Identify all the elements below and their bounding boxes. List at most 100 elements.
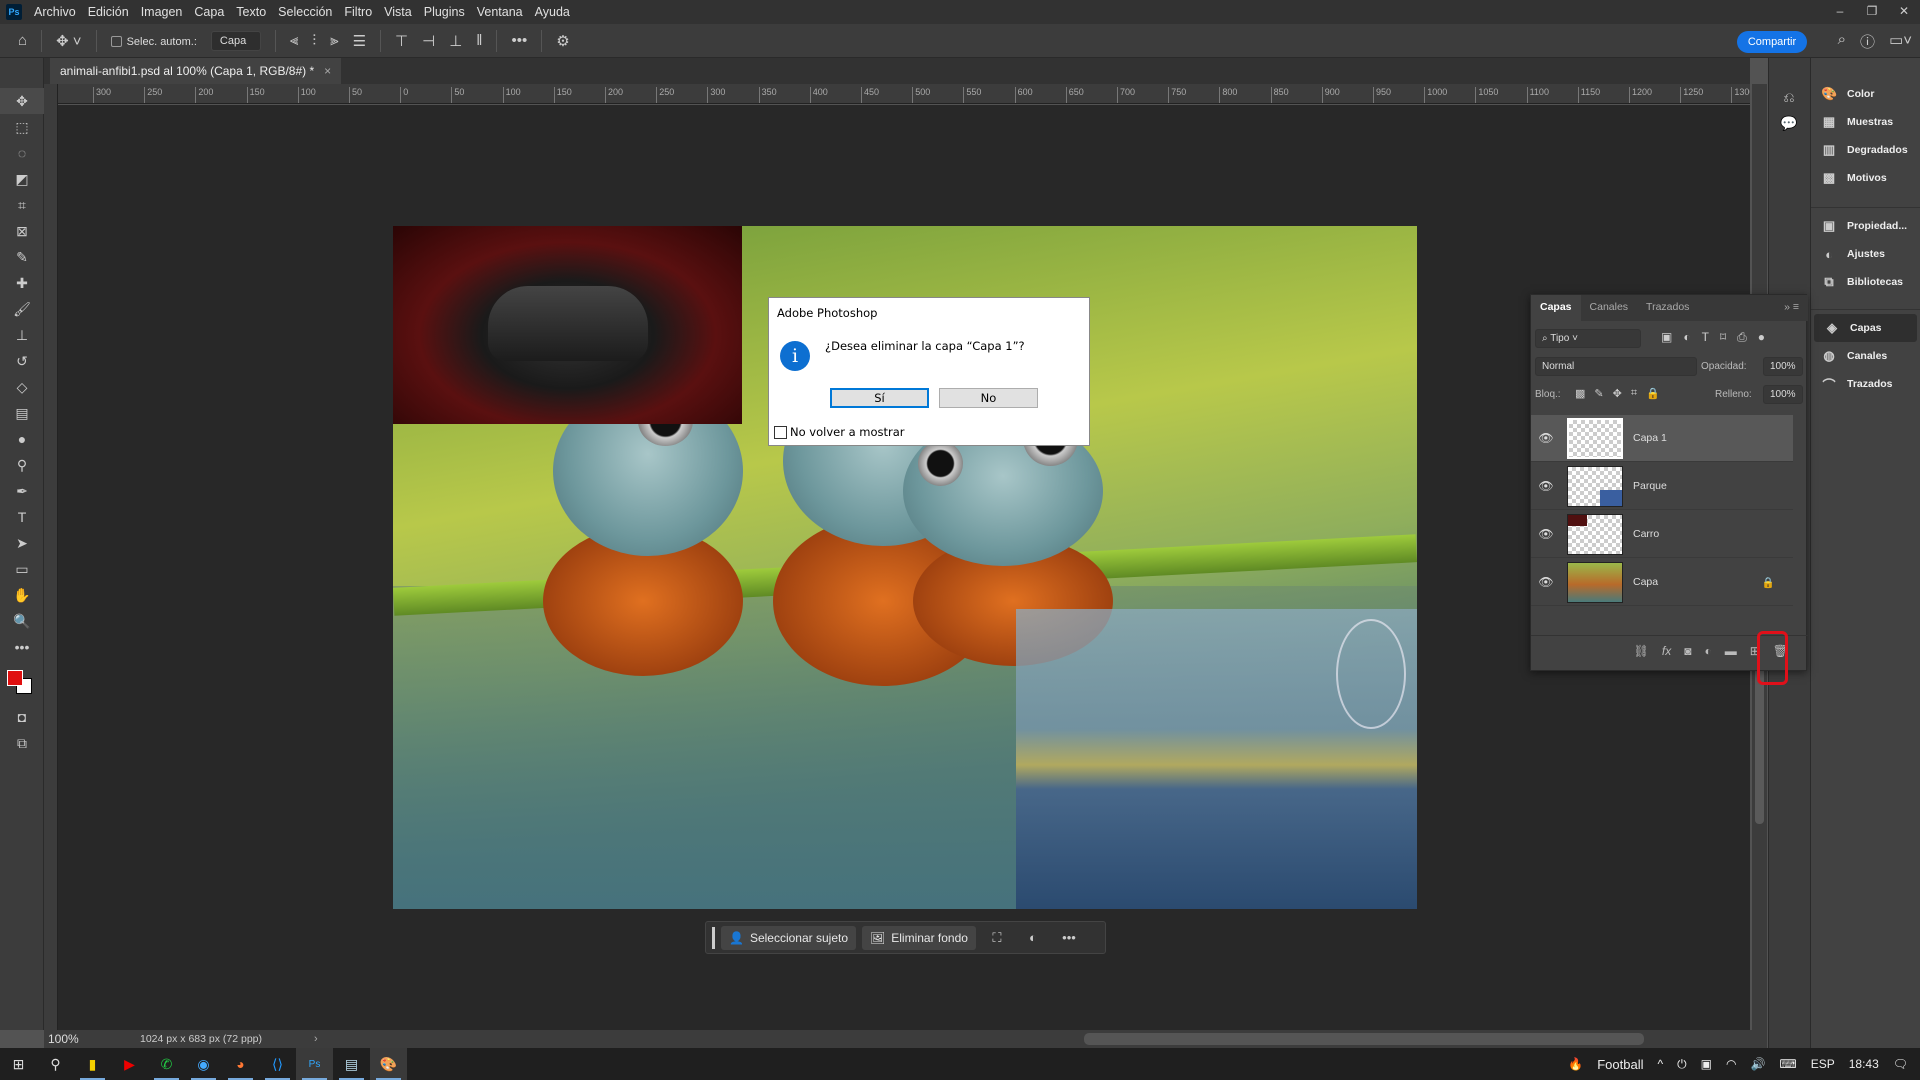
dodge-tool-icon[interactable]: ⚲ [0, 452, 44, 478]
horizontal-scrollbar[interactable] [328, 1030, 1767, 1048]
eye-icon[interactable]: 👁 [1531, 431, 1561, 445]
restore-icon[interactable]: ❐ [1856, 0, 1888, 24]
yes-button[interactable]: Sí [830, 388, 929, 408]
folder-icon[interactable]: ▬ [1725, 644, 1737, 658]
paint-icon[interactable]: 🎨 [370, 1048, 407, 1080]
pen-tool-icon[interactable]: ✒ [0, 478, 44, 504]
layer-row-capa[interactable]: 👁 Capa 🔒 [1531, 559, 1793, 606]
lock-all-icon[interactable]: 🔒 [1646, 387, 1660, 400]
panel-color[interactable]: 🎨 Color [1811, 80, 1920, 108]
menu-imagen[interactable]: Imagen [141, 5, 183, 19]
layer-row-capa-1[interactable]: 👁 Capa 1 [1531, 415, 1793, 462]
menu-vista[interactable]: Vista [384, 5, 412, 19]
chevron-up-icon[interactable]: ^ [1657, 1057, 1663, 1071]
menu-ventana[interactable]: Ventana [477, 5, 523, 19]
align-bottom-icon[interactable]: ⊥ [449, 32, 462, 50]
distribute-v-icon[interactable]: ‖ [476, 32, 482, 49]
path-select-icon[interactable]: ➤ [0, 530, 44, 556]
history-icon[interactable]: ⎌ [1769, 84, 1809, 110]
panel-layers[interactable]: ◈ Capas [1814, 314, 1917, 342]
wifi-icon[interactable]: ◠ [1726, 1057, 1736, 1071]
chrome-icon[interactable]: ◉ [185, 1048, 222, 1080]
type-tool-icon[interactable]: T [0, 504, 44, 530]
quick-mask-icon[interactable]: ◘ [0, 704, 44, 730]
search-icon[interactable]: ⚲ [37, 1048, 74, 1080]
panel-swatches[interactable]: ▦ Muestras [1811, 108, 1920, 136]
eye-icon[interactable]: 👁 [1531, 527, 1561, 541]
move-tool-icon[interactable]: ✥ ˅ [56, 32, 82, 50]
volume-icon[interactable]: 🔊 [1750, 1057, 1765, 1071]
link-icon[interactable]: ⛓ [1634, 644, 1649, 658]
layer-row-carro[interactable]: 👁 Carro [1531, 511, 1793, 558]
gear-icon[interactable]: ⚙ [556, 32, 569, 50]
panel-patterns[interactable]: ▩ Motivos [1811, 164, 1920, 192]
document-info[interactable]: 1024 px x 683 px (72 ppp) [94, 1033, 314, 1045]
opacity-field[interactable]: 100% [1763, 357, 1803, 376]
filter-toggle[interactable]: ● [1758, 330, 1765, 345]
eye-icon[interactable]: 👁 [1531, 575, 1561, 589]
lock-artboard-icon[interactable]: ⌗ [1631, 387, 1637, 400]
brush-tool-icon[interactable]: 🖌 [0, 296, 44, 322]
stamp-tool-icon[interactable]: ⊥ [0, 322, 44, 348]
photoshop-taskbar-icon[interactable]: Ps [296, 1048, 333, 1080]
tab-layers[interactable]: Capas [1531, 295, 1581, 321]
more-tools-icon[interactable]: ••• [0, 634, 44, 660]
menu-plugins[interactable]: Plugins [424, 5, 465, 19]
lasso-tool-icon[interactable]: ◌ [0, 140, 44, 166]
panel-paths[interactable]: ⌒ Trazados [1811, 370, 1920, 398]
comments-icon[interactable]: 💬 [1769, 110, 1809, 136]
move-tool-icon[interactable]: ✥ [0, 88, 44, 114]
rectangle-tool-icon[interactable]: ▭ [0, 556, 44, 582]
workspace-icon[interactable]: ▭˅ [1889, 31, 1912, 52]
remove-background-button[interactable]: 🖼 Eliminar fondo [862, 925, 976, 950]
adjustment-layer-icon[interactable]: ◐ [1704, 644, 1711, 658]
mask-icon[interactable]: ◙ [1684, 644, 1691, 658]
menu-ayuda[interactable]: Ayuda [535, 5, 570, 19]
eyedropper-icon[interactable]: ✎ [0, 244, 44, 270]
marquee-tool-icon[interactable]: ⬚ [0, 114, 44, 140]
checkbox-box[interactable] [774, 425, 787, 439]
close-icon[interactable]: ✕ [1888, 0, 1920, 24]
fx-icon[interactable]: fx [1662, 644, 1671, 658]
minimize-icon[interactable]: – [1824, 0, 1856, 24]
filter-smart-icon[interactable]: ⎙ [1737, 330, 1747, 345]
zoom-level[interactable]: 100% [44, 1032, 94, 1046]
clock[interactable]: 18:43 [1849, 1057, 1879, 1071]
dont-show-again-checkbox[interactable]: No volver a mostrar [774, 425, 905, 439]
filter-shape-icon[interactable]: ⌑ [1720, 330, 1726, 345]
transform-icon[interactable]: ⛶ [982, 930, 1012, 946]
gradient-tool-icon[interactable]: ▤ [0, 400, 44, 426]
menu-capa[interactable]: Capa [194, 5, 224, 19]
scroll-thumb[interactable] [1755, 664, 1764, 824]
crop-tool-icon[interactable]: ⌗ [0, 192, 44, 218]
home-icon[interactable]: ⌂ [18, 32, 27, 49]
lock-transparency-icon[interactable]: ▩ [1575, 387, 1585, 400]
distribute-icon[interactable]: ☰ [353, 32, 366, 50]
start-icon[interactable]: ⊞ [0, 1048, 37, 1080]
search-icon[interactable]: ⌕ [1838, 31, 1846, 52]
sticky-notes-icon[interactable]: ▮ [74, 1048, 111, 1080]
whatsapp-icon[interactable]: ✆ [148, 1048, 185, 1080]
menu-seleccion[interactable]: Selección [278, 5, 332, 19]
filter-adjust-icon[interactable]: ◐ [1683, 330, 1690, 345]
vscode-icon[interactable]: ⟨⟩ [259, 1048, 296, 1080]
filter-type-dropdown[interactable]: ⌕ Tipo ˅ [1535, 329, 1641, 348]
adjustment-icon[interactable]: ◐ [1018, 930, 1048, 945]
healing-brush-icon[interactable]: ✚ [0, 270, 44, 296]
auto-select-checkbox[interactable]: Selec. autom.: [110, 34, 197, 48]
tab-channels[interactable]: Canales [1581, 295, 1638, 321]
auto-select-target-dropdown[interactable]: Capa [210, 30, 261, 51]
panel-properties[interactable]: ▣ Propiedad... [1811, 212, 1920, 240]
frame-tool-icon[interactable]: ⊠ [0, 218, 44, 244]
align-right-icon[interactable]: ⫸ [330, 32, 338, 49]
panel-channels[interactable]: ◍ Canales [1811, 342, 1920, 370]
blend-mode-dropdown[interactable]: Normal [1535, 357, 1697, 376]
more-icon[interactable]: ••• [511, 32, 527, 49]
notepad-icon[interactable]: ▤ [333, 1048, 370, 1080]
panel-libraries[interactable]: ⧉ Bibliotecas [1811, 268, 1920, 296]
collapse-icon[interactable]: » ≡ [1775, 295, 1808, 321]
menu-filtro[interactable]: Filtro [344, 5, 372, 19]
color-swatches[interactable] [0, 660, 43, 704]
align-middle-icon[interactable]: ⊣ [422, 32, 435, 50]
fill-field[interactable]: 100% [1763, 385, 1803, 404]
